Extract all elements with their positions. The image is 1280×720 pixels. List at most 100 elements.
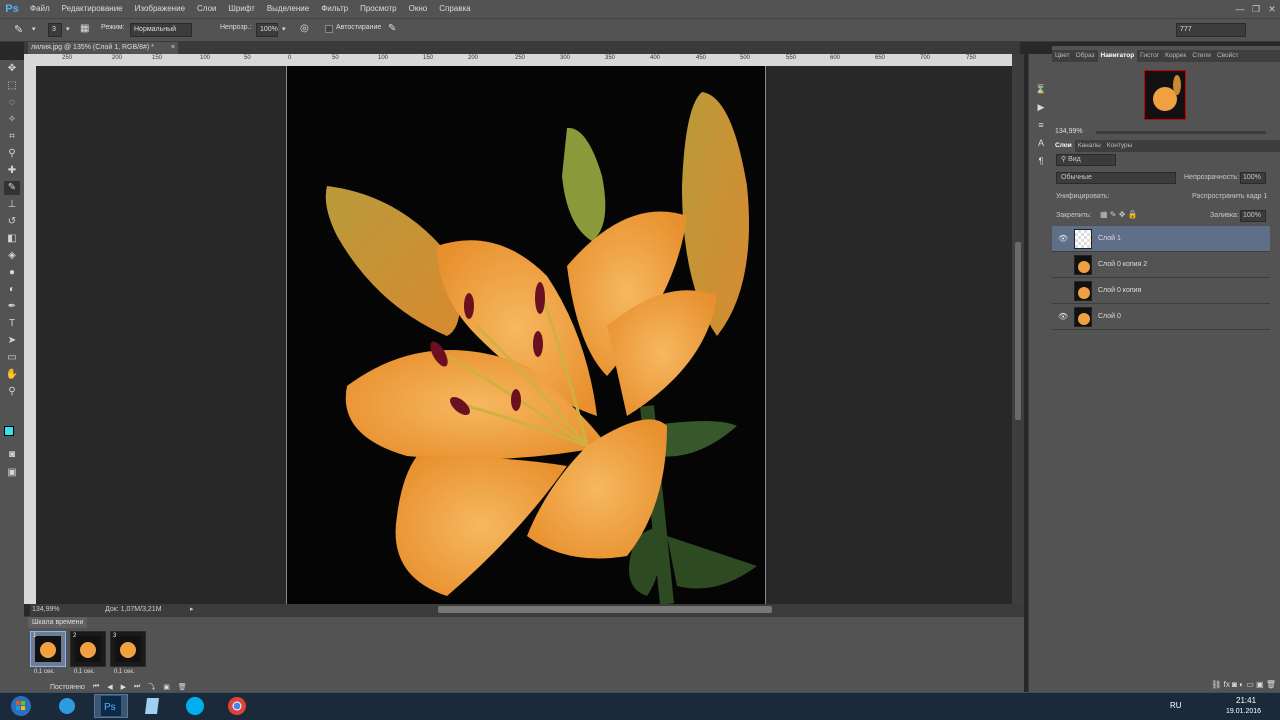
character-icon[interactable]: A <box>1033 138 1049 152</box>
marquee-tool-icon[interactable]: ⬚ <box>4 79 20 93</box>
dodge-tool-icon[interactable]: ◐ <box>4 283 20 297</box>
paragraph-icon[interactable]: ¶ <box>1033 156 1049 170</box>
pen-tool-icon[interactable]: ✒ <box>4 300 20 314</box>
menu-window[interactable]: Окно <box>403 0 434 18</box>
brush-tool-icon[interactable]: ✎ <box>4 181 20 195</box>
fx-icon[interactable]: fx <box>1224 680 1230 689</box>
tab-color[interactable]: Цвет <box>1052 50 1073 62</box>
first-frame-icon[interactable]: ⏮ <box>93 683 99 691</box>
menu-help[interactable]: Справка <box>433 0 476 18</box>
layer-name[interactable]: Слой 0 <box>1098 313 1121 320</box>
workspace-select[interactable]: 777 <box>1176 23 1246 37</box>
menu-view[interactable]: Просмотр <box>354 0 403 18</box>
taskbar-ie[interactable] <box>50 694 84 718</box>
close-icon[interactable]: ✕ <box>1264 0 1280 18</box>
canvas-area[interactable] <box>36 66 1012 604</box>
crop-tool-icon[interactable]: ⌗ <box>4 130 20 144</box>
blur-tool-icon[interactable]: ● <box>4 266 20 280</box>
tab-properties[interactable]: Свойст <box>1214 50 1242 62</box>
history-brush-tool-icon[interactable]: ↺ <box>4 215 20 229</box>
actions-icon[interactable]: ▶ <box>1033 102 1049 116</box>
move-tool-icon[interactable]: ✥ <box>4 62 20 76</box>
layer-filter-select[interactable]: ⚲ Вид <box>1056 154 1116 166</box>
tab-channels[interactable]: Каналы <box>1075 140 1104 152</box>
healing-brush-tool-icon[interactable]: ✚ <box>4 164 20 178</box>
shape-tool-icon[interactable]: ▭ <box>4 351 20 365</box>
layer-name[interactable]: Слой 1 <box>1098 235 1121 242</box>
menu-type[interactable]: Шрифт <box>222 0 260 18</box>
layer-row[interactable]: 👁 Слой 1 <box>1052 226 1270 252</box>
tab-layers[interactable]: Слои <box>1052 140 1075 152</box>
tab-swatches[interactable]: Образ <box>1073 50 1098 62</box>
trash-icon[interactable]: 🗑 <box>178 683 187 691</box>
animation-frame[interactable]: 3 <box>110 631 146 667</box>
folder-icon[interactable]: ▭ <box>1246 680 1254 689</box>
tab-navigator[interactable]: Навигатор <box>1097 50 1138 62</box>
play-icon[interactable]: ▸ <box>190 604 194 616</box>
navigator-zoom[interactable]: 134,99% <box>1055 128 1083 135</box>
clock-time[interactable]: 21:41 <box>1236 696 1256 705</box>
chevron-down-icon[interactable]: ▾ <box>282 25 286 33</box>
layer-name[interactable]: Слой 0 копия 2 <box>1098 261 1147 268</box>
navigator-thumbnail[interactable] <box>1144 70 1186 120</box>
chevron-down-icon[interactable]: ▾ <box>66 25 70 33</box>
zoom-tool-icon[interactable]: ⚲ <box>4 385 20 399</box>
menu-image[interactable]: Изображение <box>129 0 191 18</box>
pressure-opacity-icon[interactable]: ◎ <box>300 23 309 34</box>
horizontal-scroll-thumb[interactable] <box>438 606 772 613</box>
eyedropper-tool-icon[interactable]: ⚲ <box>4 147 20 161</box>
taskbar-skype[interactable] <box>178 694 212 718</box>
brush-size-picker[interactable]: 3 <box>48 23 62 37</box>
navigator-zoom-slider[interactable] <box>1096 131 1266 134</box>
tween-icon[interactable]: ⤵ <box>148 682 155 692</box>
propagate-frame-label[interactable]: Распространить кадр 1 <box>1192 193 1267 200</box>
language-indicator[interactable]: RU <box>1170 701 1182 710</box>
frame-duration[interactable]: 0,1 сек. <box>74 669 95 675</box>
path-select-tool-icon[interactable]: ➤ <box>4 334 20 348</box>
animation-frame[interactable]: 2 <box>70 631 106 667</box>
hand-tool-icon[interactable]: ✋ <box>4 368 20 382</box>
zoom-level[interactable]: 134,99% <box>32 604 60 616</box>
eye-icon[interactable]: 👁 <box>1058 312 1068 321</box>
taskbar-chrome[interactable] <box>220 694 254 718</box>
duplicate-frame-icon[interactable]: ▣ <box>163 683 170 691</box>
layer-name[interactable]: Слой 0 копия <box>1098 287 1141 294</box>
taskbar-app[interactable] <box>136 694 170 718</box>
menu-select[interactable]: Выделение <box>261 0 315 18</box>
blend-mode-select[interactable]: Обычные <box>1056 172 1176 184</box>
menu-filter[interactable]: Фильтр <box>315 0 354 18</box>
doc-size[interactable]: Док: 1,07M/3,21M <box>105 604 162 616</box>
layer-row[interactable]: Слой 0 копия <box>1052 278 1270 304</box>
loop-select[interactable]: Постоянно <box>50 684 85 691</box>
new-layer-icon[interactable]: ▣ <box>1256 680 1264 689</box>
brush-presets-icon[interactable]: ≡ <box>1033 120 1049 134</box>
fill-input[interactable]: 100% <box>1240 210 1266 222</box>
auto-erase-checkbox[interactable] <box>325 25 333 33</box>
clock-date[interactable]: 19.01.2016 <box>1226 708 1261 715</box>
frame-duration[interactable]: 0,1 сек. <box>114 669 135 675</box>
chevron-down-icon[interactable]: ▾ <box>32 25 36 33</box>
mask-icon[interactable]: ◙ <box>1232 680 1237 689</box>
timeline-tab[interactable]: Шкала времени <box>28 617 88 628</box>
eye-icon[interactable]: 👁 <box>1058 234 1068 243</box>
tab-histogram[interactable]: Гистог <box>1137 50 1162 62</box>
close-icon[interactable]: × <box>171 42 175 54</box>
tab-paths[interactable]: Контуры <box>1104 140 1136 152</box>
paint-bucket-tool-icon[interactable]: ◈ <box>4 249 20 263</box>
tab-styles[interactable]: Стили <box>1189 50 1214 62</box>
stamp-tool-icon[interactable]: ⊥ <box>4 198 20 212</box>
menu-layers[interactable]: Слои <box>191 0 222 18</box>
opacity-input[interactable]: 100% <box>256 23 278 37</box>
quick-select-tool-icon[interactable]: ✧ <box>4 113 20 127</box>
lasso-tool-icon[interactable]: ◌ <box>4 96 20 110</box>
lock-icon[interactable]: ▦ ✎ ✥ 🔒 <box>1100 210 1138 219</box>
layer-row[interactable]: Слой 0 копия 2 <box>1052 252 1270 278</box>
quick-mask-icon[interactable]: ◙ <box>4 448 20 462</box>
start-button[interactable] <box>2 694 40 718</box>
brush-panel-icon[interactable]: ▦ <box>80 23 89 34</box>
document-tab[interactable]: лилия.jpg @ 135% (Слой 1, RGB/8#) * × <box>28 42 178 54</box>
screen-mode-icon[interactable]: ▣ <box>4 466 20 480</box>
frame-duration[interactable]: 0,1 сек. <box>34 669 55 675</box>
restore-icon[interactable]: ❐ <box>1248 0 1264 18</box>
menu-edit[interactable]: Редактирование <box>56 0 129 18</box>
